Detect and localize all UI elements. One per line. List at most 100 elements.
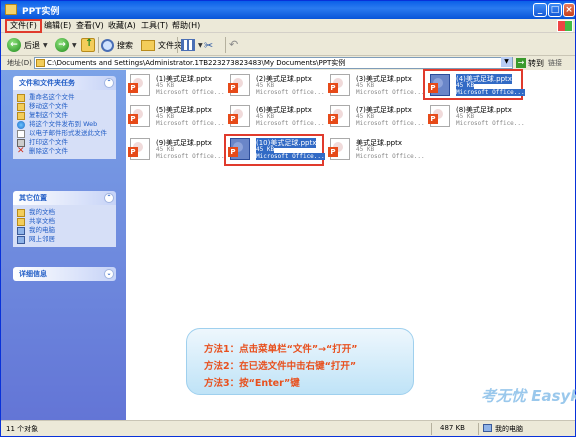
folder-icon xyxy=(36,59,45,67)
go-arrow-icon: → xyxy=(516,58,526,68)
close-button[interactable]: × xyxy=(563,3,575,17)
file-item[interactable]: P (5)美式足球.pptx 45 KB Microsoft Office... xyxy=(126,103,225,129)
menu-tools[interactable]: 工具(T) xyxy=(138,20,171,32)
pptx-file-icon: P xyxy=(228,138,250,160)
minimize-button[interactable]: _ xyxy=(533,3,547,17)
menu-file[interactable]: 文件(F) xyxy=(5,19,42,33)
file-tasks-title: 文件和文件夹任务 xyxy=(19,79,75,87)
file-tasks-header[interactable]: 文件和文件夹任务 ⌃ xyxy=(13,76,116,90)
forward-button[interactable]: → ▼ xyxy=(55,36,77,54)
task-pane: 文件和文件夹任务 ⌃ 重命名这个文件 移动这个文件 复制这个文件 将这个文件发布… xyxy=(1,70,126,420)
status-separator xyxy=(478,423,479,435)
place-label: 共享文档 xyxy=(29,217,55,225)
network-icon xyxy=(17,236,25,244)
chevron-down-icon[interactable]: ▼ xyxy=(43,42,48,49)
computer-icon xyxy=(483,424,492,432)
folder-icon xyxy=(141,39,155,51)
collapse-icon[interactable]: ⌃ xyxy=(104,193,114,203)
task-print[interactable]: 打印这个文件 xyxy=(17,138,112,147)
file-item[interactable]: P (7)美式足球.pptx 45 KB Microsoft Office... xyxy=(326,103,425,129)
pptx-file-icon: P xyxy=(128,105,150,127)
menu-favorites[interactable]: 收藏(A) xyxy=(105,20,139,32)
file-type: Microsoft Office... xyxy=(456,89,525,96)
file-item[interactable]: P (3)美式足球.pptx 45 KB Microsoft Office... xyxy=(326,72,425,98)
file-item-selected[interactable]: P (4)美式足球.pptx 45 KB Microsoft Office... xyxy=(426,72,525,98)
chevron-down-icon[interactable]: ▼ xyxy=(198,42,203,49)
views-button[interactable]: ▼ xyxy=(181,36,203,54)
task-move[interactable]: 移动这个文件 xyxy=(17,102,112,111)
callout-method-3: 方法3：按“Enter”键 xyxy=(204,378,300,389)
file-tasks-panel: 文件和文件夹任务 ⌃ 重命名这个文件 移动这个文件 复制这个文件 将这个文件发布… xyxy=(13,76,116,159)
go-label: 转到 xyxy=(528,58,544,68)
file-size: 45 KB xyxy=(156,82,175,89)
computer-icon xyxy=(17,227,25,235)
pptx-file-icon: P xyxy=(428,74,450,96)
collapse-icon[interactable]: ⌃ xyxy=(104,78,114,88)
callout-method-1: 方法1：点击菜单栏“文件”→“打开” xyxy=(204,344,358,355)
task-label: 移动这个文件 xyxy=(29,102,68,110)
task-rename[interactable]: 重命名这个文件 xyxy=(17,93,112,102)
task-copy[interactable]: 复制这个文件 xyxy=(17,111,112,120)
expand-icon[interactable]: ⌄ xyxy=(104,269,114,279)
chevron-down-icon[interactable]: ▼ xyxy=(72,42,77,49)
file-size: 45 KB xyxy=(256,146,275,153)
file-item[interactable]: P 美式足球.pptx 45 KB Microsoft Office... xyxy=(326,136,425,162)
search-label: 搜索 xyxy=(117,40,133,50)
go-button[interactable]: → 转到 xyxy=(516,57,544,69)
place-my-computer[interactable]: 我的电脑 xyxy=(17,226,112,235)
file-item[interactable]: P (2)美式足球.pptx 45 KB Microsoft Office... xyxy=(226,72,325,98)
file-size: 45 KB xyxy=(356,113,375,120)
folders-button[interactable]: 文件夹 xyxy=(141,36,182,54)
window-title: PPT实例 xyxy=(22,7,60,17)
address-value: C:\Documents and Settings\Administrator.… xyxy=(47,59,346,67)
file-size: 45 KB xyxy=(356,82,375,89)
file-type: Microsoft Office... xyxy=(256,89,325,96)
file-type: Microsoft Office... xyxy=(356,120,425,127)
other-places-body: 我的文档 共享文档 我的电脑 网上邻居 xyxy=(13,205,116,247)
menu-help[interactable]: 帮助(H) xyxy=(169,20,203,32)
address-label: 地址(D) xyxy=(7,59,32,67)
file-type: Microsoft Office... xyxy=(256,153,325,160)
file-item[interactable]: P (8)美式足球.pptx 45 KB Microsoft Office... xyxy=(426,103,525,129)
back-button[interactable]: ← 后退 ▼ xyxy=(7,36,48,54)
other-places-header[interactable]: 其它位置 ⌃ xyxy=(13,191,116,205)
task-label: 将这个文件发布到 Web xyxy=(29,120,98,128)
callout-method-2: 方法2：在已选文件中击右键“打开” xyxy=(204,361,357,372)
address-field[interactable]: C:\Documents and Settings\Administrator.… xyxy=(34,57,513,69)
file-size: 45 KB xyxy=(456,113,475,120)
place-my-documents[interactable]: 我的文档 xyxy=(17,208,112,217)
forward-arrow-icon: → xyxy=(55,38,69,52)
file-size: 45 KB xyxy=(456,82,475,89)
pptx-file-icon: P xyxy=(228,105,250,127)
other-places-panel: 其它位置 ⌃ 我的文档 共享文档 我的电脑 网上邻居 xyxy=(13,191,116,247)
maximize-button[interactable]: □ xyxy=(548,3,562,17)
file-item[interactable]: P (1)美式足球.pptx 45 KB Microsoft Office... xyxy=(126,72,225,98)
file-size: 45 KB xyxy=(256,82,275,89)
links-button[interactable]: 链接 xyxy=(548,58,562,68)
menu-edit[interactable]: 编辑(E) xyxy=(41,20,74,32)
up-folder-icon[interactable] xyxy=(81,38,95,52)
menu-view[interactable]: 查看(V) xyxy=(73,20,107,32)
cut-icon[interactable]: ✂ xyxy=(204,39,213,52)
task-email[interactable]: 以电子邮件形式发送此文件 xyxy=(17,129,112,138)
watermark-logo: 考无忧 Easykao xyxy=(481,387,576,405)
file-size: 45 KB xyxy=(356,146,375,153)
details-header[interactable]: 详细信息 ⌄ xyxy=(13,267,116,281)
copy-icon xyxy=(17,112,25,120)
status-size: 487 KB xyxy=(440,424,465,432)
file-item[interactable]: P (9)美式足球.pptx 45 KB Microsoft Office... xyxy=(126,136,225,162)
task-publish-web[interactable]: 将这个文件发布到 Web xyxy=(17,120,112,129)
task-delete[interactable]: ✕ 删除这个文件 xyxy=(17,147,112,156)
move-icon xyxy=(17,103,25,111)
place-label: 我的文档 xyxy=(29,208,55,216)
place-network[interactable]: 网上邻居 xyxy=(17,235,112,244)
back-label: 后退 xyxy=(24,40,40,50)
globe-icon xyxy=(17,121,25,129)
file-item[interactable]: P (6)美式足球.pptx 45 KB Microsoft Office... xyxy=(226,103,325,129)
file-item-selected[interactable]: P (10)美式足球.pptx 45 KB Microsoft Office..… xyxy=(226,136,325,162)
search-button[interactable]: 搜索 xyxy=(101,36,133,54)
address-dropdown-icon[interactable]: ▼ xyxy=(501,57,512,67)
task-label: 以电子邮件形式发送此文件 xyxy=(29,129,107,137)
undo-button[interactable]: ↶ xyxy=(229,36,243,54)
place-shared-documents[interactable]: 共享文档 xyxy=(17,217,112,226)
